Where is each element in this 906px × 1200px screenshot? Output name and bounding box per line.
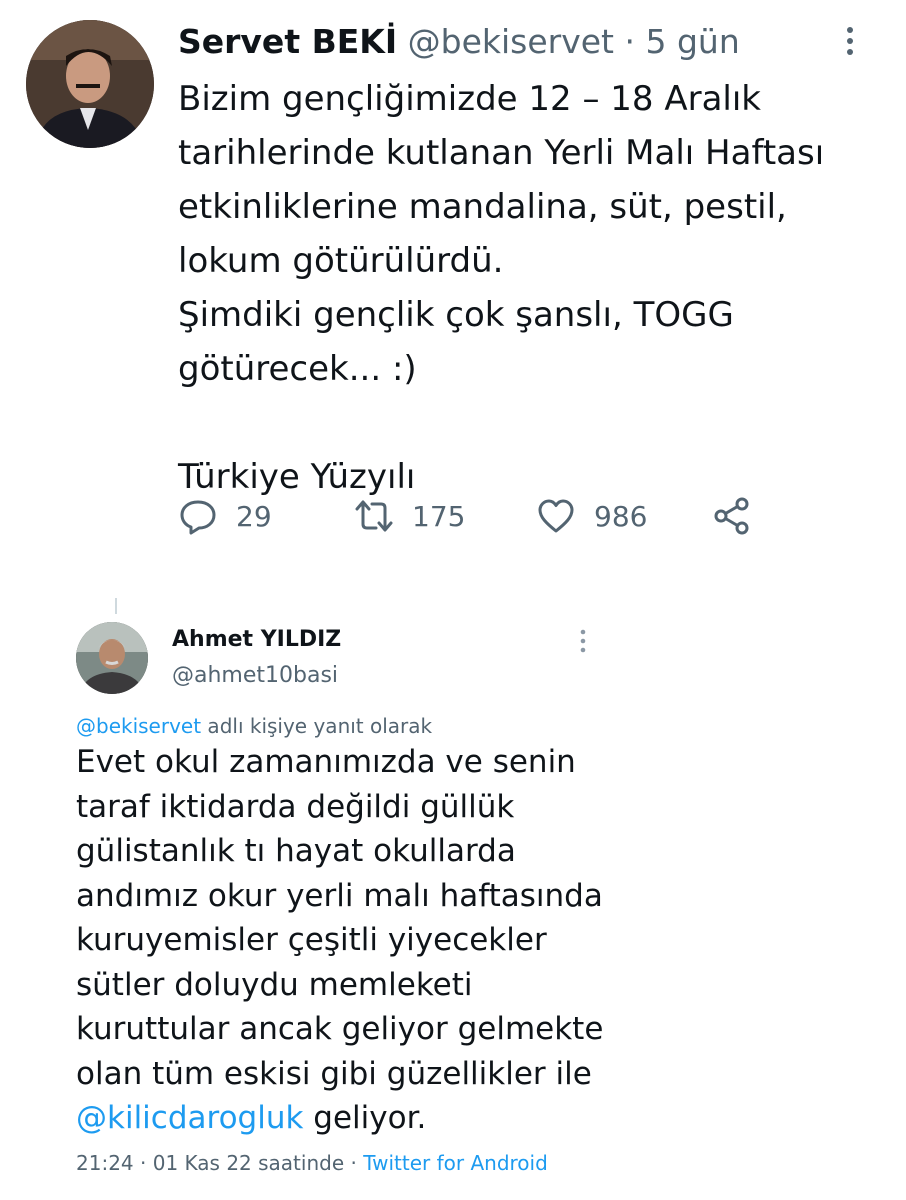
like-button[interactable]: 986 [536, 492, 647, 540]
tweet-time[interactable]: 5 gün [646, 22, 740, 61]
dot-separator: · [624, 22, 636, 61]
more-options-icon[interactable] [838, 24, 862, 58]
tweet2-metadata: 21:24 · 01 Kas 22 saatinde · Twitter for… [76, 1148, 548, 1178]
reply-icon [180, 500, 216, 535]
share-button[interactable] [712, 492, 752, 540]
heart-icon [538, 499, 574, 533]
mention-link[interactable]: @kilicdarogluk [76, 1100, 303, 1136]
author-name[interactable]: Ahmet YILDIZ [172, 624, 341, 656]
reply-count: 29 [236, 499, 272, 533]
author-handle[interactable]: @ahmet10basi [172, 660, 338, 692]
dot-separator: · [350, 1151, 357, 1175]
reply-button[interactable]: 29 [178, 492, 272, 540]
tweet1-action-bar: 29 175 986 [178, 492, 778, 540]
tweet2-text-main: Evet okul zamanımızda ve senin taraf ikt… [76, 744, 604, 1092]
retweet-count: 175 [412, 499, 466, 533]
tweet-source[interactable]: Twitter for Android [363, 1151, 548, 1175]
tweet2-text-end: geliyor. [303, 1100, 427, 1136]
like-count: 986 [594, 499, 648, 533]
ahmet-yildiz-avatar[interactable] [76, 622, 148, 694]
tweet1-header: Servet BEKİ @bekiservet · 5 gün [178, 20, 740, 64]
servet-beki-avatar[interactable] [26, 20, 154, 148]
tweet1-text: Bizim gençliğimizde 12 – 18 Aralık tarih… [178, 79, 825, 497]
reply-to-link[interactable]: @bekiservet [76, 714, 201, 738]
reply-context: @bekiservet adlı kişiye yanıt olarak [76, 712, 432, 740]
reply-context-text: adlı kişiye yanıt olarak [201, 714, 433, 738]
retweet-button[interactable]: 175 [354, 492, 465, 540]
retweet-icon [355, 500, 393, 532]
tweet-time[interactable]: 21:24 [76, 1151, 134, 1175]
author-handle[interactable]: @bekiservet [408, 22, 614, 61]
more-options-icon[interactable] [574, 628, 592, 654]
thread-connector-line [115, 598, 117, 614]
tweet2-text: Evet okul zamanımızda ve senin taraf ikt… [76, 740, 636, 1141]
author-name[interactable]: Servet BEKİ [178, 22, 397, 61]
tweet-date[interactable]: 01 Kas 22 saatinde [153, 1151, 344, 1175]
share-icon [714, 497, 749, 535]
dot-separator: · [140, 1151, 147, 1175]
